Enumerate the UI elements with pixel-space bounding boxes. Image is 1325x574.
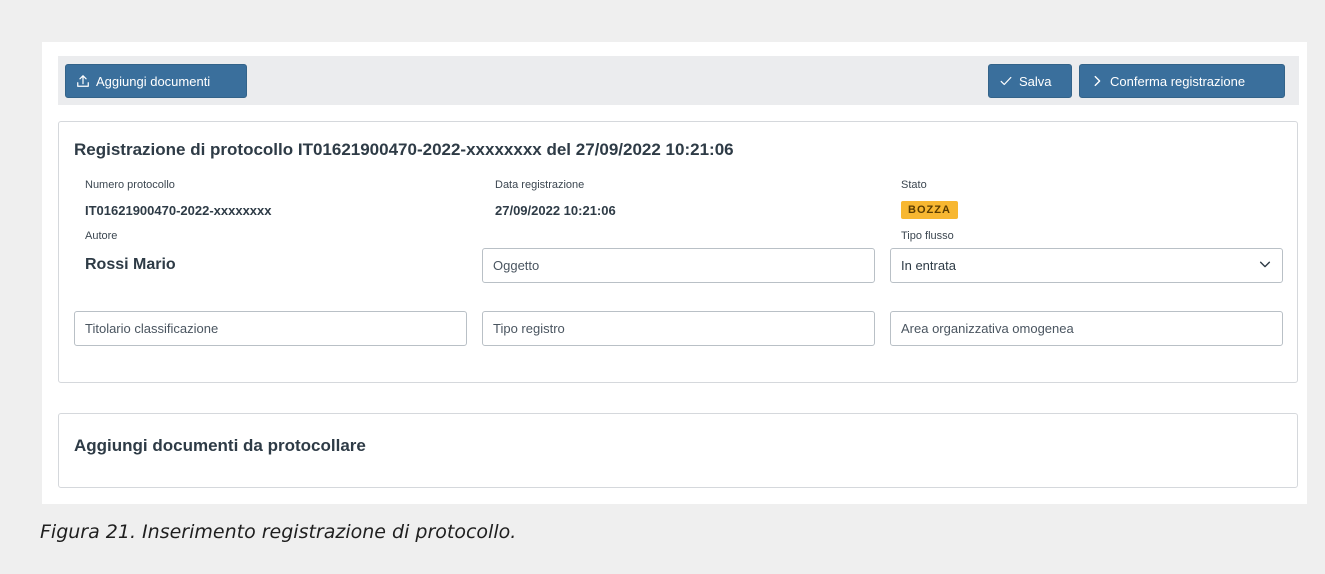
confirm-registration-button[interactable]: Conferma registrazione: [1079, 64, 1285, 98]
check-icon: [999, 74, 1013, 88]
autore-label: Autore: [85, 230, 118, 242]
documents-title: Aggiungi documenti da protocollare: [74, 436, 366, 455]
confirm-registration-label: Conferma registrazione: [1110, 73, 1246, 89]
documents-card: Aggiungi documenti da protocollare: [58, 413, 1298, 488]
figure-caption: Figura 21. Inserimento registrazione di …: [40, 521, 517, 543]
upload-icon: [76, 74, 90, 88]
status-badge: BOZZA: [901, 201, 958, 219]
area-organizzativa-field[interactable]: Area organizzativa omogenea: [890, 311, 1283, 346]
autore-value: Rossi Mario: [85, 256, 176, 273]
oggetto-field[interactable]: Oggetto: [482, 248, 875, 283]
oggetto-placeholder: Oggetto: [493, 258, 540, 273]
tipo-flusso-select[interactable]: In entrata: [890, 248, 1283, 283]
titolario-placeholder: Titolario classificazione: [85, 321, 219, 336]
registration-card: Registrazione di protocollo IT0162190047…: [58, 121, 1298, 383]
numero-protocollo-label: Numero protocollo: [85, 179, 175, 191]
chevron-right-icon: [1090, 74, 1104, 88]
stato-label: Stato: [901, 179, 927, 191]
tipo-flusso-value: In entrata: [901, 258, 956, 273]
chevron-down-icon: [1258, 257, 1272, 274]
tipo-registro-placeholder: Tipo registro: [493, 321, 565, 336]
screenshot-background: Aggiungi documenti Salva Conferma regist…: [0, 0, 1325, 574]
data-registrazione-value: 27/09/2022 10:21:06: [495, 203, 616, 218]
add-documents-button[interactable]: Aggiungi documenti: [65, 64, 247, 98]
tipo-flusso-label: Tipo flusso: [901, 230, 954, 242]
registration-panel: Aggiungi documenti Salva Conferma regist…: [42, 42, 1307, 504]
numero-protocollo-value: IT01621900470-2022-xxxxxxxx: [85, 203, 272, 218]
add-documents-label: Aggiungi documenti: [96, 73, 211, 89]
registration-title: Registrazione di protocollo IT0162190047…: [74, 140, 734, 159]
action-toolbar: Aggiungi documenti Salva Conferma regist…: [58, 56, 1299, 105]
save-label: Salva: [1019, 73, 1052, 89]
titolario-field[interactable]: Titolario classificazione: [74, 311, 467, 346]
tipo-registro-field[interactable]: Tipo registro: [482, 311, 875, 346]
save-button[interactable]: Salva: [988, 64, 1072, 98]
area-placeholder: Area organizzativa omogenea: [901, 321, 1074, 336]
data-registrazione-label: Data registrazione: [495, 179, 585, 191]
